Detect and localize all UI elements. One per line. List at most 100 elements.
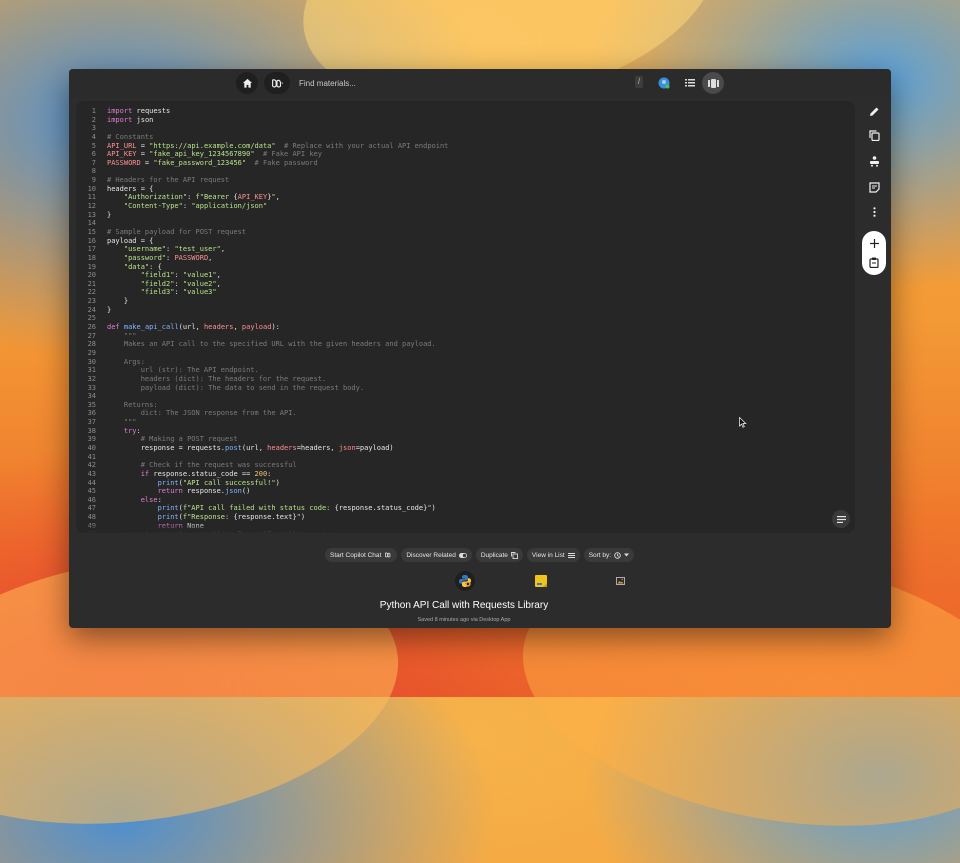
- code-text: # Headers for the API request: [107, 176, 230, 185]
- code-line: 36 dict: The JSON response from the API.: [76, 409, 836, 418]
- code-line: 6 API_KEY = "fake_api_key_1234567890" # F…: [76, 150, 836, 159]
- code-text: payload (dict): The data to send in the …: [107, 383, 365, 392]
- edit-button[interactable]: [864, 101, 884, 121]
- code-line: 20 "field1": "value1",: [76, 271, 836, 280]
- code-text: Makes an API call to the specified URL w…: [107, 340, 436, 349]
- format-image[interactable]: [610, 571, 630, 591]
- line-number: 6: [91, 150, 96, 159]
- line-number: 20: [87, 271, 96, 280]
- code-text: return response.json(): [157, 487, 251, 496]
- line-number: 41: [87, 452, 96, 461]
- material-title: Python API Call with Requests Library: [379, 600, 549, 611]
- sort-by-dropdown[interactable]: Sort by:: [583, 548, 635, 562]
- line-number: 21: [87, 279, 96, 288]
- code-line: 35 Returns:: [76, 401, 836, 410]
- code-text: }: [107, 210, 112, 219]
- code-line: 2 import json: [76, 116, 836, 125]
- line-number: 3: [91, 124, 96, 133]
- copilot-menu-button[interactable]: [264, 72, 290, 94]
- material-saved-status: Saved 8 minutes ago via Desktop App: [417, 617, 511, 623]
- code-text: Args:: [107, 357, 145, 366]
- image-icon: [615, 577, 625, 585]
- view-in-list-button[interactable]: View in List: [526, 548, 580, 562]
- code-text: url (str): The API endpoint.: [107, 366, 259, 375]
- action-label: Duplicate: [480, 551, 508, 559]
- line-number: 27: [87, 331, 96, 340]
- code-text: # Check if the request was successful: [107, 461, 297, 470]
- line-number: 9: [91, 176, 96, 185]
- code-text: payload = {: [107, 236, 154, 245]
- edit-icon: [869, 107, 878, 116]
- code-line: 25: [76, 314, 836, 323]
- line-number: 31: [87, 366, 96, 375]
- line-number: 22: [87, 288, 96, 297]
- code-line: 40 response = requests.post(url, headers…: [76, 444, 836, 453]
- code-line: 16 payload = {: [76, 237, 836, 246]
- code-text: "field3": "value3": [140, 288, 217, 297]
- more-options-button[interactable]: [864, 202, 884, 222]
- code-text: }: [107, 305, 112, 314]
- code-line: 48 print(f"Response: {response.text}"): [76, 513, 836, 522]
- profile-button[interactable]: [653, 72, 675, 94]
- code-line: 31 url (str): The API endpoint.: [76, 366, 836, 375]
- paste-clipboard-button[interactable]: [864, 252, 884, 272]
- line-number: 32: [87, 374, 96, 383]
- line-number: 23: [87, 297, 96, 306]
- copilot-icon: [272, 78, 284, 88]
- format-python[interactable]: [455, 571, 475, 591]
- code-line: 30 Args:: [76, 358, 836, 367]
- copy-icon: [868, 129, 880, 141]
- line-number: 37: [87, 418, 96, 427]
- line-number: 25: [87, 314, 96, 323]
- gallery-view-button[interactable]: [702, 72, 724, 94]
- annotations-button[interactable]: [832, 510, 850, 528]
- code-line: 41: [76, 453, 836, 462]
- discover-related-button[interactable]: Discover Related: [401, 548, 472, 562]
- format-selector: [455, 571, 635, 591]
- start-copilot-chat-button[interactable]: Start Copilot Chat: [325, 548, 398, 562]
- add-button[interactable]: [864, 233, 884, 253]
- format-sticky-note[interactable]: [531, 571, 551, 591]
- line-number: 30: [87, 357, 96, 366]
- code-text: "username": "test_user",: [123, 245, 226, 254]
- code-editor[interactable]: 1 import requests 2 import json 3 4 # Constant…: [76, 101, 855, 533]
- copy-button[interactable]: [864, 125, 884, 145]
- code-text: # Sample payload for POST request: [107, 227, 247, 236]
- code-line: 14: [76, 219, 836, 228]
- code-line: 37 """: [76, 418, 836, 427]
- line-number: 28: [87, 340, 96, 349]
- code-line: 18 "password": PASSWORD,: [76, 254, 836, 263]
- chevron-down-icon: [624, 553, 630, 557]
- notes-button[interactable]: [864, 177, 884, 197]
- profile-icon: [658, 77, 670, 89]
- line-number: 7: [91, 158, 96, 167]
- code-text: if response.status_code == 200:: [140, 469, 272, 478]
- search-bar: [291, 73, 651, 93]
- duplicate-button[interactable]: Duplicate: [475, 548, 523, 562]
- line-number: 4: [91, 132, 96, 141]
- code-text: API_KEY = "fake_api_key_1234567890" # Fa…: [107, 150, 322, 159]
- code-line: 29: [76, 349, 836, 358]
- line-number: 38: [87, 426, 96, 435]
- material-actions: Start Copilot Chat Discover Related Dupl…: [325, 548, 635, 562]
- line-number: 33: [87, 383, 96, 392]
- home-button[interactable]: [236, 72, 258, 94]
- code-text: print(f"API call failed with status code…: [157, 504, 436, 513]
- share-button[interactable]: [864, 151, 884, 171]
- line-number: 29: [87, 348, 96, 357]
- app-window: / 1 import requests 2 import json 34 # Consta…: [69, 69, 891, 628]
- list-view-icon: [685, 79, 695, 87]
- code-text: "field1": "value1",: [140, 271, 221, 280]
- search-input[interactable]: [291, 78, 607, 88]
- code-line: 32 headers (dict): The headers for the r…: [76, 375, 836, 384]
- notes-icon: [868, 181, 880, 193]
- list-view-button[interactable]: [679, 72, 701, 94]
- action-label: View in List: [531, 551, 565, 559]
- code-text: headers (dict): The headers for the requ…: [107, 374, 327, 383]
- toggle-icon: [458, 552, 467, 558]
- code-line: 39 # Making a POST request: [76, 435, 836, 444]
- line-number: 11: [87, 193, 96, 202]
- code-line: 42 # Check if the request was successful: [76, 461, 836, 470]
- line-number: 5: [91, 141, 96, 150]
- code-line: 47 print(f"API call failed with status c…: [76, 504, 836, 513]
